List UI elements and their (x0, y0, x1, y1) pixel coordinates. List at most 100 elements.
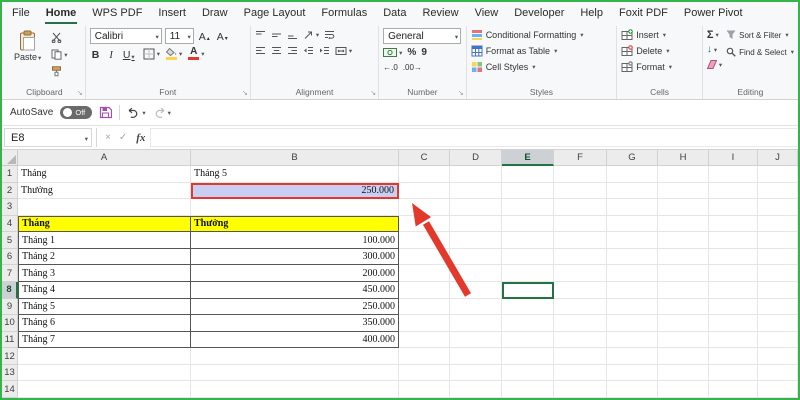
conditional-formatting-button[interactable]: Conditional Formatting (471, 28, 613, 42)
cell-a10[interactable]: Tháng 6 (18, 315, 191, 332)
cell-e14[interactable] (502, 381, 554, 398)
cell-c13[interactable] (399, 364, 450, 382)
cell-d10[interactable] (450, 315, 502, 332)
cell-f1[interactable] (554, 166, 607, 183)
cell-f11[interactable] (554, 331, 607, 349)
number-format-combo[interactable]: General (383, 28, 462, 44)
row-header-8[interactable]: 8 (2, 281, 18, 299)
cell-f9[interactable] (554, 298, 607, 316)
row-header-2[interactable]: 2 (2, 182, 18, 200)
cell-i7[interactable] (709, 265, 758, 282)
font-dialog-launcher-icon[interactable] (242, 90, 248, 97)
cell-b12[interactable] (191, 348, 399, 365)
column-header-j[interactable]: J (758, 150, 798, 166)
cell-d11[interactable] (450, 331, 502, 349)
cell-a3[interactable] (18, 199, 191, 216)
cell-d9[interactable] (450, 298, 502, 316)
tab-developer[interactable]: Developer (506, 2, 572, 24)
row-header-4[interactable]: 4 (2, 215, 18, 233)
cell-c2[interactable] (399, 182, 450, 200)
cell-f10[interactable] (554, 315, 607, 332)
format-painter-button[interactable] (51, 65, 67, 78)
cell-g14[interactable] (607, 381, 658, 398)
cell-i6[interactable] (709, 248, 758, 266)
cell-h9[interactable] (658, 298, 709, 316)
clear-button[interactable] (706, 58, 722, 71)
cell-e2[interactable] (502, 182, 554, 200)
cell-c4[interactable] (399, 215, 450, 233)
cell-d6[interactable] (450, 248, 502, 266)
wrap-text-button[interactable] (324, 28, 335, 41)
underline-button[interactable]: U (121, 47, 137, 61)
cell-j7[interactable] (758, 265, 798, 282)
font-size-combo[interactable]: 11 (164, 28, 194, 44)
cell-b2[interactable]: 250.000 (191, 182, 399, 200)
cell-h4[interactable] (658, 215, 709, 233)
cell-e7[interactable] (502, 265, 554, 282)
cell-c11[interactable] (399, 331, 450, 349)
enter-button[interactable]: ✓ (115, 132, 131, 143)
cell-c3[interactable] (399, 199, 450, 216)
cell-b7[interactable]: 200.000 (191, 265, 399, 282)
align-middle-button[interactable] (271, 28, 282, 41)
tab-formulas[interactable]: Formulas (313, 2, 375, 24)
cell-d3[interactable] (450, 199, 502, 216)
align-right-button[interactable] (287, 44, 298, 57)
cell-f8[interactable] (554, 281, 607, 299)
row-header-14[interactable]: 14 (2, 381, 18, 398)
column-header-c[interactable]: C (399, 150, 450, 166)
cell-b5[interactable]: 100.000 (191, 232, 399, 249)
tab-review[interactable]: Review (414, 2, 466, 24)
insert-cells-button[interactable]: Insert (621, 28, 698, 42)
cell-j10[interactable] (758, 315, 798, 332)
accounting-format-button[interactable] (383, 46, 402, 59)
decrease-indent-button[interactable] (303, 44, 314, 57)
cell-styles-button[interactable]: Cell Styles (471, 60, 613, 74)
cell-i10[interactable] (709, 315, 758, 332)
row-header-7[interactable]: 7 (2, 265, 18, 282)
cell-c14[interactable] (399, 381, 450, 398)
row-header-10[interactable]: 10 (2, 315, 18, 332)
row-header-9[interactable]: 9 (2, 298, 18, 316)
cell-d13[interactable] (450, 364, 502, 382)
tab-draw[interactable]: Draw (194, 2, 236, 24)
cell-i9[interactable] (709, 298, 758, 316)
cell-e5[interactable] (502, 232, 554, 249)
cell-e6[interactable] (502, 248, 554, 266)
cut-button[interactable] (51, 31, 67, 44)
cell-i13[interactable] (709, 364, 758, 382)
cell-b13[interactable] (191, 364, 399, 382)
cell-c5[interactable] (399, 232, 450, 249)
percent-style-button[interactable]: % (407, 46, 416, 59)
cell-h1[interactable] (658, 166, 709, 183)
cell-d1[interactable] (450, 166, 502, 183)
column-header-g[interactable]: G (607, 150, 658, 166)
cell-h5[interactable] (658, 232, 709, 249)
cell-a8[interactable]: Tháng 4 (18, 281, 191, 299)
cell-d14[interactable] (450, 381, 502, 398)
cell-d8[interactable] (450, 281, 502, 299)
column-header-i[interactable]: I (709, 150, 758, 166)
copy-button[interactable] (51, 48, 67, 61)
cell-f12[interactable] (554, 348, 607, 365)
tab-power-pivot[interactable]: Power Pivot (676, 2, 751, 24)
number-dialog-launcher-icon[interactable] (458, 90, 464, 97)
cell-i12[interactable] (709, 348, 758, 365)
cell-f3[interactable] (554, 199, 607, 216)
cell-j8[interactable] (758, 281, 798, 299)
row-header-5[interactable]: 5 (2, 232, 18, 249)
align-left-button[interactable] (255, 44, 266, 57)
cell-g9[interactable] (607, 298, 658, 316)
cell-f13[interactable] (554, 364, 607, 382)
cell-e4[interactable] (502, 215, 554, 233)
cell-i5[interactable] (709, 232, 758, 249)
clipboard-dialog-launcher-icon[interactable] (77, 90, 83, 97)
cell-g4[interactable] (607, 215, 658, 233)
cell-e12[interactable] (502, 348, 554, 365)
tab-data[interactable]: Data (375, 2, 414, 24)
cell-e9[interactable] (502, 298, 554, 316)
cell-b11[interactable]: 400.000 (191, 331, 399, 349)
insert-function-button[interactable]: fx (131, 132, 150, 144)
column-header-h[interactable]: H (658, 150, 709, 166)
row-header-11[interactable]: 11 (2, 331, 18, 349)
